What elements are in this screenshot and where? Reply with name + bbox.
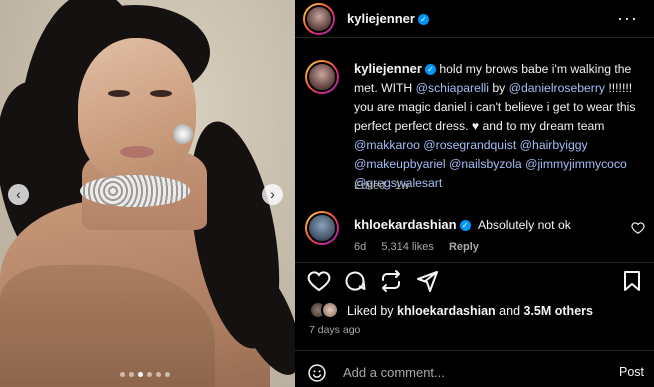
- comment-likes[interactable]: 5,314 likes: [381, 241, 434, 253]
- paper-plane-icon[interactable]: [415, 269, 439, 293]
- photo-detail: [120, 146, 154, 158]
- bookmark-icon[interactable]: [620, 269, 644, 293]
- liked-by-others[interactable]: 3.5M others: [524, 304, 593, 318]
- carousel-dot: [156, 372, 161, 377]
- post-header: kyliejenner ✓ ···: [295, 0, 654, 38]
- carousel-dot: [147, 372, 152, 377]
- photo-detail: [150, 90, 172, 97]
- post-panel: kyliejenner ✓ ··· kyliejenner ✓ hold my br…: [295, 0, 654, 387]
- post-comment-button[interactable]: Post: [619, 365, 644, 379]
- verified-badge-icon: ✓: [417, 14, 429, 25]
- next-slide-button[interactable]: ›: [262, 184, 283, 205]
- caption-meta: Edited · 1w: [354, 180, 410, 192]
- comment-age: 6d: [354, 241, 367, 253]
- verified-badge-icon: ✓: [424, 64, 436, 75]
- mention-link[interactable]: @danielroseberry: [509, 81, 605, 95]
- liked-by-user[interactable]: khloekardashian: [397, 304, 496, 318]
- post-date[interactable]: 7 days ago: [309, 324, 360, 336]
- comment-avatar[interactable]: [305, 211, 339, 245]
- reply-button[interactable]: Reply: [449, 241, 479, 253]
- photo-detail: [108, 90, 130, 97]
- post-media[interactable]: ‹ ›: [0, 0, 295, 387]
- caption-segment: by: [488, 81, 509, 95]
- author-username[interactable]: kyliejenner ✓: [347, 11, 429, 26]
- carousel-dot: [165, 372, 170, 377]
- heart-outline-icon[interactable]: [307, 269, 331, 293]
- more-horizontal-icon[interactable]: ···: [617, 8, 638, 29]
- author-avatar[interactable]: [303, 3, 335, 35]
- comment-meta: 6d 5,314 likes Reply: [354, 241, 491, 253]
- comment-text: khloekardashian ✓ Absolutely not ok: [354, 217, 624, 232]
- smiley-icon[interactable]: [307, 363, 327, 383]
- likes-prefix: Liked by: [347, 304, 398, 318]
- mention-link[interactable]: @makeupbyariel: [354, 157, 446, 171]
- liker-avatar[interactable]: [321, 301, 339, 319]
- mention-link[interactable]: @makkaroo: [354, 138, 420, 152]
- carousel-indicator: [120, 372, 170, 377]
- verified-badge-icon: ✓: [459, 220, 471, 231]
- mention-link[interactable]: @hairbyiggy: [520, 138, 588, 152]
- carousel-dot: [138, 372, 143, 377]
- comment-username[interactable]: khloekardashian: [354, 217, 457, 232]
- carousel-dot: [120, 372, 125, 377]
- chevron-right-icon: ›: [270, 186, 275, 202]
- photo-detail: [173, 124, 193, 144]
- carousel-dot: [129, 372, 134, 377]
- mention-link[interactable]: @schiaparelli: [416, 81, 489, 95]
- repost-icon[interactable]: [379, 269, 403, 293]
- caption-username[interactable]: kyliejenner: [354, 61, 422, 76]
- caption-avatar[interactable]: [305, 60, 339, 94]
- heart-outline-icon[interactable]: [631, 221, 645, 235]
- caption-text: kyliejenner ✓ hold my brows babe i'm walk…: [354, 59, 644, 193]
- likes-connector: and: [495, 304, 524, 318]
- author-username-text[interactable]: kyliejenner: [347, 11, 415, 26]
- add-comment-bar: Post: [295, 350, 654, 387]
- mention-link[interactable]: @jimmyjimmycoco: [525, 157, 627, 171]
- previous-slide-button[interactable]: ‹: [8, 184, 29, 205]
- photo-detail: [78, 38, 196, 183]
- comment-body: Absolutely not ok: [478, 218, 571, 232]
- chevron-left-icon: ‹: [16, 186, 21, 202]
- comment-bubble-icon[interactable]: [343, 269, 367, 293]
- likes-text: Liked by khloekardashian and 3.5M others: [347, 304, 593, 318]
- photo-detail: [80, 175, 190, 207]
- action-bar: [295, 262, 654, 292]
- mention-link[interactable]: @nailsbyzola: [449, 157, 522, 171]
- comment-input[interactable]: [343, 362, 593, 382]
- mention-link[interactable]: @rosegrandquist: [423, 138, 516, 152]
